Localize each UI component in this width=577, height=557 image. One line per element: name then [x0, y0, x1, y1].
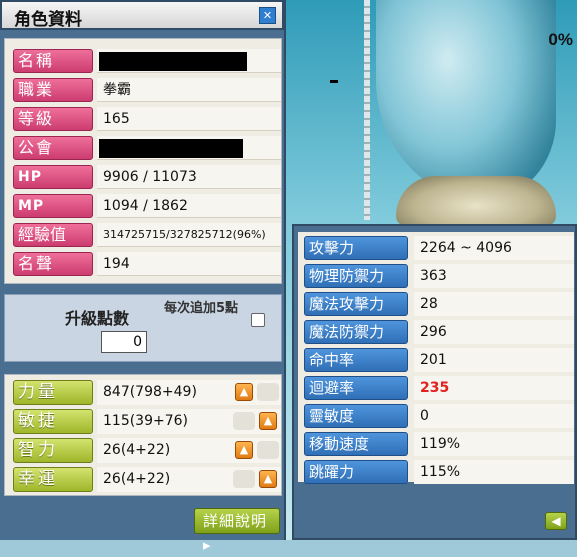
profile-value: 1094 / 1862 — [97, 194, 281, 218]
detail-row: 攻擊力 2264 ~ 4096 — [304, 236, 574, 261]
profile-label: 名稱 — [13, 49, 93, 73]
stat-label: 智力 — [13, 438, 93, 463]
detail-value: 0 — [414, 404, 574, 428]
window-title: 角色資料 — [14, 10, 82, 30]
profile-label: 經驗值 — [13, 223, 93, 247]
detail-row: 魔法防禦力 296 — [304, 320, 574, 345]
profile-value: 165 — [97, 107, 281, 131]
stat-value: 26(4+22) — [97, 438, 281, 463]
arrow-up-icon[interactable]: ▲ — [235, 383, 253, 401]
arrow-up-icon[interactable]: ▲ — [235, 441, 253, 459]
auto-add-label: 每次追加5點 — [163, 301, 239, 316]
profile-section: 名稱 職業 拳霸 等級 165 公會 HP 9906 / 11073 MP 10… — [4, 38, 282, 284]
profile-label: MP — [13, 194, 93, 218]
profile-row-job: 職業 拳霸 — [11, 78, 281, 102]
detail-value: 115% — [414, 460, 574, 484]
detail-label: 跳躍力 — [304, 460, 408, 484]
stats-section: 力量 847(798+49) ▲ 敏捷 115(39+76) ▲ 智力 26(4… — [4, 374, 282, 496]
stat-label: 幸運 — [13, 467, 93, 492]
profile-value: 拳霸 — [97, 78, 281, 102]
profile-value — [97, 136, 281, 160]
redacted-name — [99, 52, 247, 71]
detail-value: 363 — [414, 264, 574, 288]
ice-formation — [376, 0, 556, 200]
stat-row-dex: 敏捷 115(39+76) ▲ — [11, 409, 281, 435]
detail-row: 移動速度 119% — [304, 432, 574, 457]
auto-add-checkbox[interactable] — [251, 313, 265, 327]
detail-stats-window: 攻擊力 2264 ~ 4096 物理防禦力 363 魔法攻擊力 28 魔法防禦力… — [292, 224, 577, 540]
disabled-slot — [233, 412, 255, 430]
redacted-guild — [99, 139, 243, 158]
disabled-slot — [257, 441, 279, 459]
profile-label: 等級 — [13, 107, 93, 131]
detail-value: 296 — [414, 320, 574, 344]
detail-stats-section: 攻擊力 2264 ~ 4096 物理防禦力 363 魔法攻擊力 28 魔法防禦力… — [298, 232, 574, 485]
detail-row: 跳躍力 115% — [304, 460, 574, 485]
window-titlebar[interactable]: 角色資料 ✕ — [0, 0, 284, 30]
detail-value-highlight: 235 — [414, 376, 574, 400]
profile-row-hp: HP 9906 / 11073 — [11, 165, 281, 189]
detail-value: 201 — [414, 348, 574, 372]
disabled-slot — [257, 383, 279, 401]
stat-row-luk: 幸運 26(4+22) ▲ — [11, 467, 281, 493]
close-icon[interactable]: ✕ — [259, 7, 276, 24]
disabled-slot — [233, 470, 255, 488]
monster-skull — [396, 176, 556, 226]
level-up-points: 0 — [101, 331, 147, 353]
arrow-left-icon[interactable]: ◀ — [545, 512, 567, 530]
detail-label: 移動速度 — [304, 432, 408, 456]
detail-button-label: 詳細說明 — [203, 512, 268, 530]
detail-label: 攻擊力 — [304, 236, 408, 260]
stat-label: 敏捷 — [13, 409, 93, 434]
profile-row-name: 名稱 — [11, 49, 281, 73]
stat-row-str: 力量 847(798+49) ▲ — [11, 380, 281, 406]
profile-label: 職業 — [13, 78, 93, 102]
profile-label: 名聲 — [13, 252, 93, 276]
profile-value — [97, 49, 281, 73]
detail-value: 2264 ~ 4096 — [414, 236, 574, 260]
profile-row-mp: MP 1094 / 1862 — [11, 194, 281, 218]
profile-label: HP — [13, 165, 93, 189]
arrow-up-icon[interactable]: ▲ — [259, 412, 277, 430]
level-up-label: 升級點數 — [65, 309, 130, 328]
detail-label: 物理防禦力 — [304, 264, 408, 288]
profile-value: 194 — [97, 252, 281, 276]
profile-label: 公會 — [13, 136, 93, 160]
detail-button[interactable]: 詳細說明 ▸ — [194, 508, 280, 554]
profile-row-fame: 名聲 194 — [11, 252, 281, 276]
stat-label: 力量 — [13, 380, 93, 405]
detail-row: 魔法攻擊力 28 — [304, 292, 574, 317]
detail-row: 命中率 201 — [304, 348, 574, 373]
detail-label: 魔法防禦力 — [304, 320, 408, 344]
level-up-section: 升級點數 0 每次追加5點 — [4, 294, 282, 362]
detail-label: 命中率 — [304, 348, 408, 372]
detail-label: 靈敏度 — [304, 404, 408, 428]
scene-marker — [330, 80, 338, 83]
detail-value: 28 — [414, 292, 574, 316]
profile-value: 314725715/327825712(96%) — [97, 223, 281, 247]
detail-label: 迴避率 — [304, 376, 408, 400]
profile-row-exp: 經驗值 314725715/327825712(96%) — [11, 223, 281, 247]
profile-value: 9906 / 11073 — [97, 165, 281, 189]
detail-row: 物理防禦力 363 — [304, 264, 574, 289]
stat-value: 847(798+49) — [97, 380, 281, 405]
rope — [364, 0, 370, 220]
profile-row-guild: 公會 — [11, 136, 281, 160]
detail-row: 迴避率 235 — [304, 376, 574, 401]
character-info-window: 角色資料 ✕ 名稱 職業 拳霸 等級 165 公會 HP 9906 / 1107… — [0, 0, 286, 554]
detail-row: 靈敏度 0 — [304, 404, 574, 429]
scene-percent: 0% — [548, 30, 573, 49]
stat-row-int: 智力 26(4+22) ▲ — [11, 438, 281, 464]
arrow-up-icon[interactable]: ▲ — [259, 470, 277, 488]
profile-row-level: 等級 165 — [11, 107, 281, 131]
detail-label: 魔法攻擊力 — [304, 292, 408, 316]
detail-value: 119% — [414, 432, 574, 456]
